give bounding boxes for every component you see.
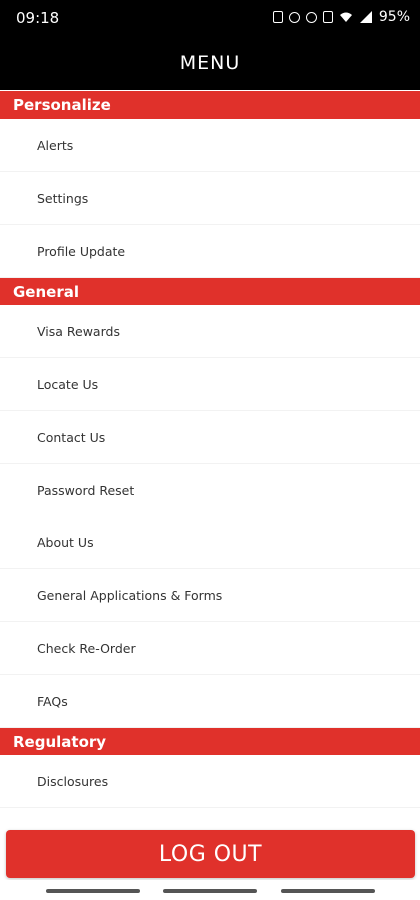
menu-header: MENU	[0, 36, 420, 90]
section-header-regulatory: Regulatory	[0, 728, 420, 756]
menu-item-alerts[interactable]: Alerts	[0, 119, 420, 172]
nav-home-bar[interactable]	[163, 889, 257, 893]
menu-item-settings[interactable]: Settings	[0, 172, 420, 225]
menu-item-faqs[interactable]: FAQs	[0, 675, 420, 728]
status-icons: 95%	[272, 9, 410, 25]
section-header-general: General	[0, 278, 420, 306]
mute-icon	[322, 11, 333, 23]
page-title: MENU	[179, 52, 241, 74]
menu-item-profile-update[interactable]: Profile Update	[0, 225, 420, 278]
menu-item-disclosures[interactable]: Disclosures	[0, 755, 420, 808]
lock-icon	[272, 11, 283, 23]
menu-item-locate-us[interactable]: Locate Us	[0, 358, 420, 411]
logout-button[interactable]: LOG OUT	[6, 830, 415, 878]
alarm-icon	[288, 11, 300, 23]
nav-recents-bar[interactable]	[46, 889, 140, 893]
wifi-icon	[339, 12, 352, 22]
menu-item-password-reset[interactable]: Password Reset	[0, 464, 420, 517]
menu-item-about-us[interactable]: About Us	[0, 516, 420, 569]
section-header-personalize: Personalize	[0, 91, 420, 119]
status-time: 09:18	[16, 9, 60, 27]
menu-item-check-reorder[interactable]: Check Re-Order	[0, 622, 420, 675]
signal-icon	[359, 11, 372, 23]
menu-item-contact-us[interactable]: Contact Us	[0, 411, 420, 464]
menu-item-visa-rewards[interactable]: Visa Rewards	[0, 305, 420, 358]
bluetooth-icon	[305, 11, 317, 23]
system-nav-bar	[0, 880, 420, 900]
menu-item-applications-forms[interactable]: General Applications & Forms	[0, 569, 420, 622]
battery-percent: 95%	[378, 9, 410, 25]
status-bar: 09:18 95%	[0, 0, 420, 36]
nav-back-bar[interactable]	[281, 889, 375, 893]
